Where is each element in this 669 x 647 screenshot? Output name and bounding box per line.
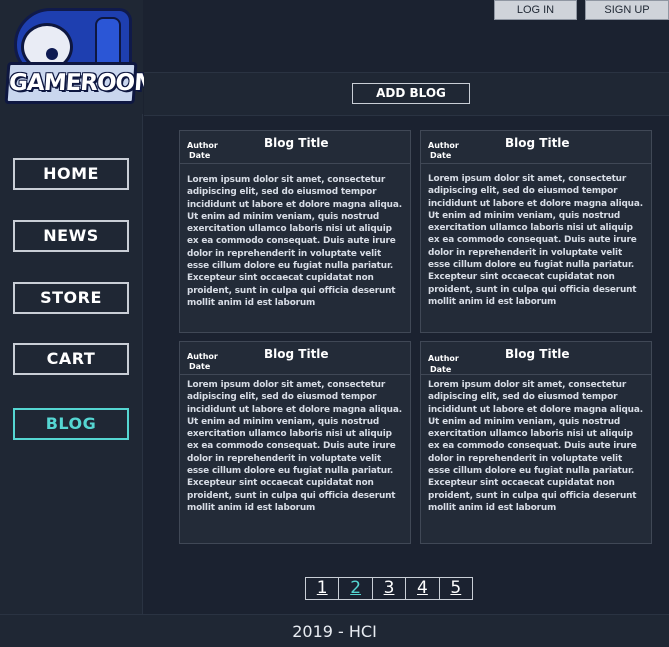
login-button[interactable]: LOG IN	[494, 0, 577, 20]
blog-date: Date	[430, 365, 452, 374]
nav-store-button[interactable]: STORE	[13, 282, 129, 314]
page-1-link[interactable]: 1	[306, 578, 340, 599]
logo-text: GAMEROOM	[4, 62, 157, 104]
blog-author: Author	[187, 141, 218, 150]
blog-card[interactable]: Author Date Blog Title Lorem ipsum dolor…	[420, 130, 652, 333]
blog-title[interactable]: Blog Title	[264, 347, 329, 361]
nav-cart-button[interactable]: CART	[13, 343, 129, 375]
nav-news-button[interactable]: NEWS	[13, 220, 129, 252]
nav-blog-button[interactable]: BLOG	[13, 408, 129, 440]
pagination: 1 2 3 4 5	[305, 577, 473, 600]
blog-date: Date	[189, 151, 211, 160]
add-blog-button[interactable]: ADD BLOG	[352, 83, 470, 104]
page-5-link[interactable]: 5	[440, 578, 472, 599]
blog-card-header: Author Date Blog Title	[180, 131, 410, 164]
blog-body: Lorem ipsum dolor sit amet, consectetur …	[187, 380, 402, 513]
footer: 2019 - HCI	[0, 614, 669, 647]
blog-date: Date	[189, 362, 211, 371]
blog-body: Lorem ipsum dolor sit amet, consectetur …	[428, 380, 643, 513]
footer-text: 2019 - HCI	[292, 622, 377, 641]
blog-body: Lorem ipsum dolor sit amet, consectetur …	[428, 174, 643, 307]
blog-card[interactable]: Author Date Blog Title Lorem ipsum dolor…	[179, 341, 411, 544]
blog-author: Author	[428, 354, 459, 363]
blog-title[interactable]: Blog Title	[264, 136, 329, 150]
blog-card-header: Author Date Blog Title	[180, 342, 410, 375]
blog-card[interactable]: Author Date Blog Title Lorem ipsum dolor…	[420, 341, 652, 544]
blog-date: Date	[430, 151, 452, 160]
nav-home-button[interactable]: HOME	[13, 158, 129, 190]
blog-author: Author	[428, 141, 459, 150]
page-3-link[interactable]: 3	[373, 578, 407, 599]
blog-title[interactable]: Blog Title	[505, 347, 570, 361]
page-4-link[interactable]: 4	[406, 578, 440, 599]
blog-body: Lorem ipsum dolor sit amet, consectetur …	[187, 175, 402, 308]
blog-title[interactable]: Blog Title	[505, 136, 570, 150]
logo[interactable]: GAMEROOM	[0, 0, 157, 114]
blog-card-header: Author Date Blog Title	[421, 131, 651, 164]
page-2-link[interactable]: 2	[339, 578, 373, 599]
blog-card[interactable]: Author Date Blog Title Lorem ipsum dolor…	[179, 130, 411, 333]
blog-author: Author	[187, 352, 218, 361]
signup-button[interactable]: SIGN UP	[585, 0, 669, 20]
blog-card-header: Author Date Blog Title	[421, 342, 651, 375]
